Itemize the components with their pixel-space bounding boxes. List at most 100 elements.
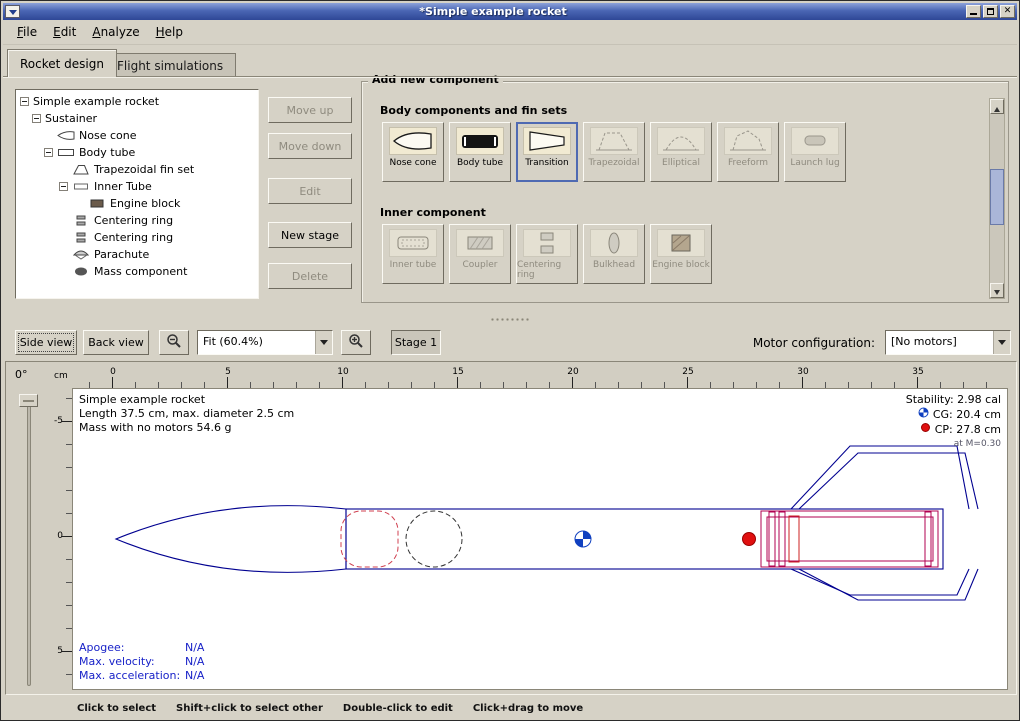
cp-value: CP: 27.8 cm	[935, 423, 1001, 437]
engine-block-icon	[88, 198, 106, 209]
menu-analyze[interactable]: Analyze	[84, 22, 147, 42]
rotation-slider[interactable]	[27, 396, 31, 686]
component-button-bulkhead[interactable]: Bulkhead	[583, 224, 645, 284]
tab-bar: Rocket design Flight simulations	[5, 48, 1015, 77]
menu-file[interactable]: File	[9, 22, 45, 42]
component-button-freeform-fin[interactable]: Freeform	[717, 122, 779, 182]
component-button-nose-cone[interactable]: Nose cone	[382, 122, 444, 182]
tree-item-engine-block[interactable]: Engine block	[16, 195, 258, 212]
component-button-elliptical-fin[interactable]: Elliptical	[650, 122, 712, 182]
component-button-trapezoidal-fin[interactable]: Trapezoidal	[583, 122, 645, 182]
nose-cone-icon	[57, 130, 75, 141]
scroll-up-icon[interactable]	[990, 99, 1004, 114]
component-tree[interactable]: Simple example rocket Sustainer Nose con…	[15, 89, 259, 299]
chevron-down-icon[interactable]	[315, 331, 332, 354]
hint-double-click: Double-click to edit	[343, 703, 453, 714]
window-menu-icon[interactable]	[5, 5, 20, 18]
component-button-body-tube[interactable]: Body tube	[449, 122, 511, 182]
zoom-level-combo[interactable]: Fit (60.4%)	[197, 330, 333, 355]
hint-shift-click: Shift+click to select other	[176, 703, 323, 714]
motor-configuration-combo[interactable]: [No motors]	[885, 330, 1011, 355]
scroll-down-icon[interactable]	[990, 283, 1004, 298]
rocket-name: Simple example rocket	[79, 393, 294, 407]
tree-item-sustainer[interactable]: Sustainer	[16, 110, 258, 127]
cg-value: CG: 20.4 cm	[933, 408, 1001, 422]
view-toolbar: Side view Back view Fit (60.4%) Stage 1 …	[3, 329, 1017, 359]
tab-flight-simulations[interactable]: Flight simulations	[104, 53, 236, 77]
rocket-canvas[interactable]: Simple example rocket Length 37.5 cm, ma…	[72, 388, 1008, 690]
collapse-icon[interactable]	[32, 114, 41, 123]
nose-cone-icon	[389, 127, 437, 155]
chevron-down-icon[interactable]	[993, 331, 1010, 354]
inner-tube-icon	[389, 229, 437, 257]
tab-rocket-design[interactable]: Rocket design	[7, 49, 117, 77]
edit-button[interactable]: Edit	[268, 178, 352, 204]
component-button-transition[interactable]: Transition	[516, 122, 578, 182]
hint-click-drag: Click+drag to move	[473, 703, 583, 714]
component-button-centering-ring[interactable]: Centering ring	[516, 224, 578, 284]
collapse-icon[interactable]	[44, 148, 53, 157]
tree-item-inner-tube[interactable]: Inner Tube	[16, 178, 258, 195]
scrollbar-thumb[interactable]	[990, 169, 1004, 225]
zoom-in-icon	[348, 333, 364, 352]
stage-1-toggle[interactable]: Stage 1	[391, 330, 441, 355]
tree-item-parachute[interactable]: Parachute	[16, 246, 258, 263]
zoom-in-button[interactable]	[341, 330, 371, 355]
delete-button[interactable]: Delete	[268, 263, 352, 289]
tree-item-centering-ring-1[interactable]: Centering ring	[16, 212, 258, 229]
move-up-button[interactable]: Move up	[268, 97, 352, 123]
flight-data-block: Apogee:N/A Max. velocity:N/A Max. accele…	[79, 641, 204, 683]
apogee-label: Apogee:	[79, 641, 185, 655]
tree-item-rocket[interactable]: Simple example rocket	[16, 93, 258, 110]
new-stage-button[interactable]: New stage	[268, 222, 352, 248]
back-view-button[interactable]: Back view	[83, 330, 149, 355]
cg-symbol	[575, 531, 591, 547]
tree-item-centering-ring-2[interactable]: Centering ring	[16, 229, 258, 246]
max-acceleration-label: Max. acceleration:	[79, 669, 185, 683]
centering-ring-icon	[72, 215, 90, 226]
collapse-icon[interactable]	[20, 97, 29, 106]
component-button-launch-lug[interactable]: Launch lug	[784, 122, 846, 182]
collapse-icon[interactable]	[59, 182, 68, 191]
stability-value: Stability: 2.98 cal	[906, 393, 1001, 407]
menu-bar: File Edit Analyze Help	[3, 20, 1017, 45]
title-bar[interactable]: *Simple example rocket	[3, 3, 1017, 20]
menu-edit[interactable]: Edit	[45, 22, 84, 42]
menu-help[interactable]: Help	[148, 22, 191, 42]
move-down-button[interactable]: Move down	[268, 133, 352, 159]
tree-item-nose-cone[interactable]: Nose cone	[16, 127, 258, 144]
max-velocity-label: Max. velocity:	[79, 655, 185, 669]
side-view-button[interactable]: Side view	[15, 330, 77, 355]
inner-component-label: Inner component	[380, 206, 486, 219]
group-title: Add new component	[368, 73, 503, 86]
rocket-view-panel: 0° cm 0 5 10 15 20 25 30 35 -5 0 5	[5, 361, 1017, 695]
bulkhead-icon	[590, 229, 638, 257]
panel-top-edge	[3, 76, 1017, 78]
zoom-out-button[interactable]	[159, 330, 189, 355]
centering-ring-icon	[72, 232, 90, 243]
rotation-slider-thumb[interactable]	[19, 394, 38, 407]
minimize-icon[interactable]	[966, 5, 981, 18]
maximize-icon[interactable]	[983, 5, 998, 18]
freeform-fin-icon	[724, 127, 772, 155]
component-button-coupler[interactable]: Coupler	[449, 224, 511, 284]
component-scrollbar[interactable]	[989, 98, 1005, 299]
hint-click-select: Click to select	[77, 703, 156, 714]
splitter-handle[interactable]	[3, 313, 1017, 325]
tree-item-mass-component[interactable]: Mass component	[16, 263, 258, 280]
status-bar: Click to select Shift+click to select ot…	[5, 699, 1015, 717]
tree-item-trapezoidal-fin-set[interactable]: Trapezoidal fin set	[16, 161, 258, 178]
launch-lug-icon	[791, 127, 839, 155]
window-title: *Simple example rocket	[20, 5, 966, 18]
zoom-level-value: Fit (60.4%)	[198, 331, 315, 354]
tree-item-body-tube[interactable]: Body tube	[16, 144, 258, 161]
stability-legend: Stability: 2.98 cal CG: 20.4 cm CP: 27.8…	[906, 393, 1001, 451]
body-tube-icon	[456, 127, 504, 155]
add-new-component-group: Add new component Body components and fi…	[361, 81, 1009, 303]
tree-actions: Move up Move down Edit New stage Delete	[268, 97, 352, 297]
parachute-icon	[72, 249, 90, 260]
body-tube-icon	[57, 147, 75, 158]
close-icon[interactable]	[1000, 5, 1015, 18]
component-button-engine-block[interactable]: Engine block	[650, 224, 712, 284]
component-button-inner-tube[interactable]: Inner tube	[382, 224, 444, 284]
